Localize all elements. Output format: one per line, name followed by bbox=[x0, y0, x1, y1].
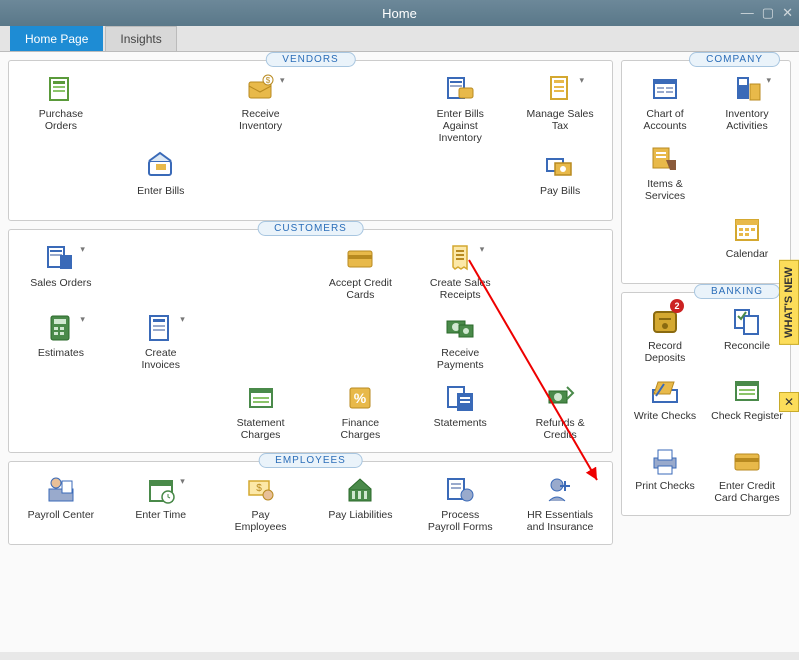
manage-sales-tax-icon: ▾ bbox=[544, 73, 576, 105]
purchase-orders-icon bbox=[45, 73, 77, 105]
receive-inventory-icon: $▾ bbox=[245, 73, 277, 105]
pay-liabilities[interactable]: Pay Liabilities bbox=[313, 474, 409, 538]
tab-insights[interactable]: Insights bbox=[105, 26, 176, 51]
whats-new-close[interactable]: ✕ bbox=[779, 392, 799, 412]
svg-text:$: $ bbox=[265, 76, 270, 85]
estimates[interactable]: ▾ Estimates bbox=[13, 312, 109, 376]
enter-credit-card-charges[interactable]: Enter Credit Card Charges bbox=[708, 445, 786, 509]
statements-icon bbox=[444, 382, 476, 414]
panel-vendors: VENDORS Purchase Orders $▾ Receive Inven… bbox=[8, 60, 613, 221]
chevron-down-icon: ▾ bbox=[280, 75, 285, 86]
refunds-credits[interactable]: Refunds & Credits bbox=[512, 382, 608, 446]
enter-bills-against-icon bbox=[444, 73, 476, 105]
chart-of-accounts[interactable]: Chart of Accounts bbox=[626, 73, 704, 137]
chevron-down-icon: ▾ bbox=[766, 75, 771, 86]
maximize-icon[interactable]: ▢ bbox=[762, 5, 774, 21]
chevron-down-icon: ▾ bbox=[480, 244, 485, 255]
record-deposits-badge: 2 bbox=[670, 299, 684, 313]
window-titlebar: Home — ▢ ✕ bbox=[0, 0, 799, 26]
create-invoices-icon: ▾ bbox=[145, 312, 177, 344]
statement-charges[interactable]: Statement Charges bbox=[213, 382, 309, 446]
items-services[interactable]: Items & Services bbox=[626, 143, 704, 207]
enter-time-icon: ▾ bbox=[145, 474, 177, 506]
print-checks[interactable]: Print Checks bbox=[626, 445, 704, 509]
statement-charges-icon bbox=[245, 382, 277, 414]
pay-employees-icon: $ bbox=[245, 474, 277, 506]
calendar[interactable]: Calendar bbox=[708, 213, 786, 277]
finance-charges[interactable]: % Finance Charges bbox=[313, 382, 409, 446]
receive-inventory[interactable]: $▾ Receive Inventory bbox=[213, 73, 309, 144]
pay-employees[interactable]: $ Pay Employees bbox=[213, 474, 309, 538]
window-title: Home bbox=[382, 6, 417, 21]
inventory-activities[interactable]: ▾ Inventory Activities bbox=[708, 73, 786, 137]
check-register-icon bbox=[731, 375, 763, 407]
record-deposits[interactable]: 2 Record Deposits bbox=[626, 305, 704, 369]
pay-liabilities-icon bbox=[344, 474, 376, 506]
minimize-icon[interactable]: — bbox=[741, 5, 754, 21]
manage-sales-tax[interactable]: ▾ Manage Sales Tax bbox=[512, 73, 608, 144]
enter-bills-icon bbox=[145, 150, 177, 182]
create-sales-receipts[interactable]: ▾ Create Sales Receipts bbox=[412, 242, 508, 306]
purchase-orders[interactable]: Purchase Orders bbox=[13, 73, 109, 144]
tab-home-page[interactable]: Home Page bbox=[10, 26, 103, 51]
svg-text:%: % bbox=[354, 390, 367, 406]
sales-receipts-icon: ▾ bbox=[444, 242, 476, 274]
panel-banking: BANKING 2 Record Deposits Reconcile Writ… bbox=[621, 292, 791, 516]
chevron-down-icon: ▾ bbox=[80, 244, 85, 255]
create-invoices[interactable]: ▾ Create Invoices bbox=[113, 312, 209, 376]
payroll-center[interactable]: Payroll Center bbox=[13, 474, 109, 538]
close-icon[interactable]: ✕ bbox=[782, 5, 793, 21]
panel-title-customers: CUSTOMERS bbox=[257, 221, 364, 236]
reconcile[interactable]: Reconcile bbox=[708, 305, 786, 369]
write-checks-icon bbox=[649, 375, 681, 407]
sales-orders-icon: ▾ bbox=[45, 242, 77, 274]
chevron-down-icon: ▾ bbox=[580, 75, 585, 86]
panel-title-banking: BANKING bbox=[694, 284, 780, 299]
sales-orders[interactable]: ▾ Sales Orders bbox=[13, 242, 109, 306]
check-register[interactable]: Check Register bbox=[708, 375, 786, 439]
enter-time[interactable]: ▾ Enter Time bbox=[113, 474, 209, 538]
chevron-down-icon: ▾ bbox=[180, 476, 185, 487]
receive-payments-icon bbox=[444, 312, 476, 344]
finance-charges-icon: % bbox=[344, 382, 376, 414]
payroll-center-icon bbox=[45, 474, 77, 506]
accept-cc-icon bbox=[344, 242, 376, 274]
enter-cc-charges-icon bbox=[731, 445, 763, 477]
hr-essentials-icon bbox=[544, 474, 576, 506]
panel-employees: EMPLOYEES Payroll Center ▾ Enter Time $ … bbox=[8, 461, 613, 545]
write-checks[interactable]: Write Checks bbox=[626, 375, 704, 439]
inventory-activities-icon: ▾ bbox=[731, 73, 763, 105]
panel-title-employees: EMPLOYEES bbox=[258, 453, 363, 468]
statements[interactable]: Statements bbox=[412, 382, 508, 446]
svg-text:$: $ bbox=[256, 483, 262, 494]
chevron-down-icon: ▾ bbox=[180, 314, 185, 325]
refunds-credits-icon bbox=[544, 382, 576, 414]
pay-bills[interactable]: Pay Bills bbox=[512, 150, 608, 214]
whats-new-tab[interactable]: WHAT'S NEW bbox=[779, 260, 799, 345]
print-checks-icon bbox=[649, 445, 681, 477]
record-deposits-icon: 2 bbox=[649, 305, 681, 337]
panel-title-vendors: VENDORS bbox=[265, 52, 355, 67]
panel-customers: CUSTOMERS ▾ Sales Orders Accept Credit C… bbox=[8, 229, 613, 453]
reconcile-icon bbox=[731, 305, 763, 337]
enter-bills-against-inventory[interactable]: Enter Bills Against Inventory bbox=[412, 73, 508, 144]
chart-of-accounts-icon bbox=[649, 73, 681, 105]
pay-bills-icon bbox=[544, 150, 576, 182]
panel-company: COMPANY Chart of Accounts ▾ Inventory Ac… bbox=[621, 60, 791, 284]
chevron-down-icon: ▾ bbox=[80, 314, 85, 325]
items-services-icon bbox=[649, 143, 681, 175]
estimates-icon: ▾ bbox=[45, 312, 77, 344]
panel-title-company: COMPANY bbox=[689, 52, 780, 67]
calendar-icon bbox=[731, 213, 763, 245]
process-payroll-forms[interactable]: Process Payroll Forms bbox=[412, 474, 508, 538]
enter-bills[interactable]: Enter Bills bbox=[113, 150, 209, 214]
tab-bar: Home Page Insights bbox=[0, 26, 799, 52]
receive-payments[interactable]: Receive Payments bbox=[412, 312, 508, 376]
hr-essentials[interactable]: HR Essentials and Insurance bbox=[512, 474, 608, 538]
accept-credit-cards[interactable]: Accept Credit Cards bbox=[313, 242, 409, 306]
process-payroll-forms-icon bbox=[444, 474, 476, 506]
